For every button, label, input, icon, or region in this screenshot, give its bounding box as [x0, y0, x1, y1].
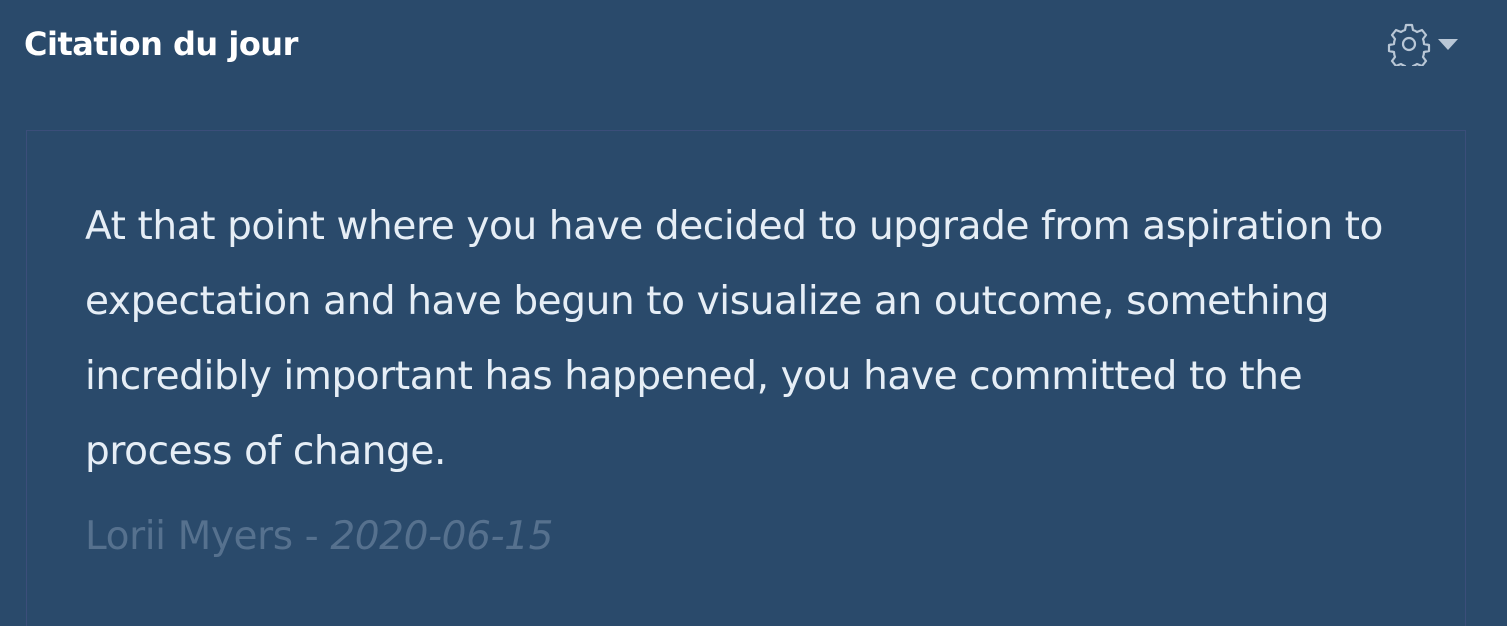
quote-panel: At that point where you have decided to …	[26, 130, 1466, 626]
widget-title: Citation du jour	[24, 25, 298, 63]
caret-down-icon	[1437, 37, 1459, 51]
quote-date: 2020-06-15	[330, 514, 554, 559]
settings-menu-button[interactable]	[1387, 22, 1459, 66]
quote-author: Lorii Myers	[85, 514, 293, 559]
quote-source: Lorii Myers - 2020-06-15	[85, 513, 553, 561]
quote-text: At that point where you have decided to …	[85, 204, 1384, 474]
quote-separator: -	[292, 514, 331, 559]
quote-of-the-day-widget: Citation du jour At that point where you…	[0, 0, 1507, 626]
gear-icon	[1387, 22, 1431, 66]
widget-header: Citation du jour	[24, 20, 1459, 68]
